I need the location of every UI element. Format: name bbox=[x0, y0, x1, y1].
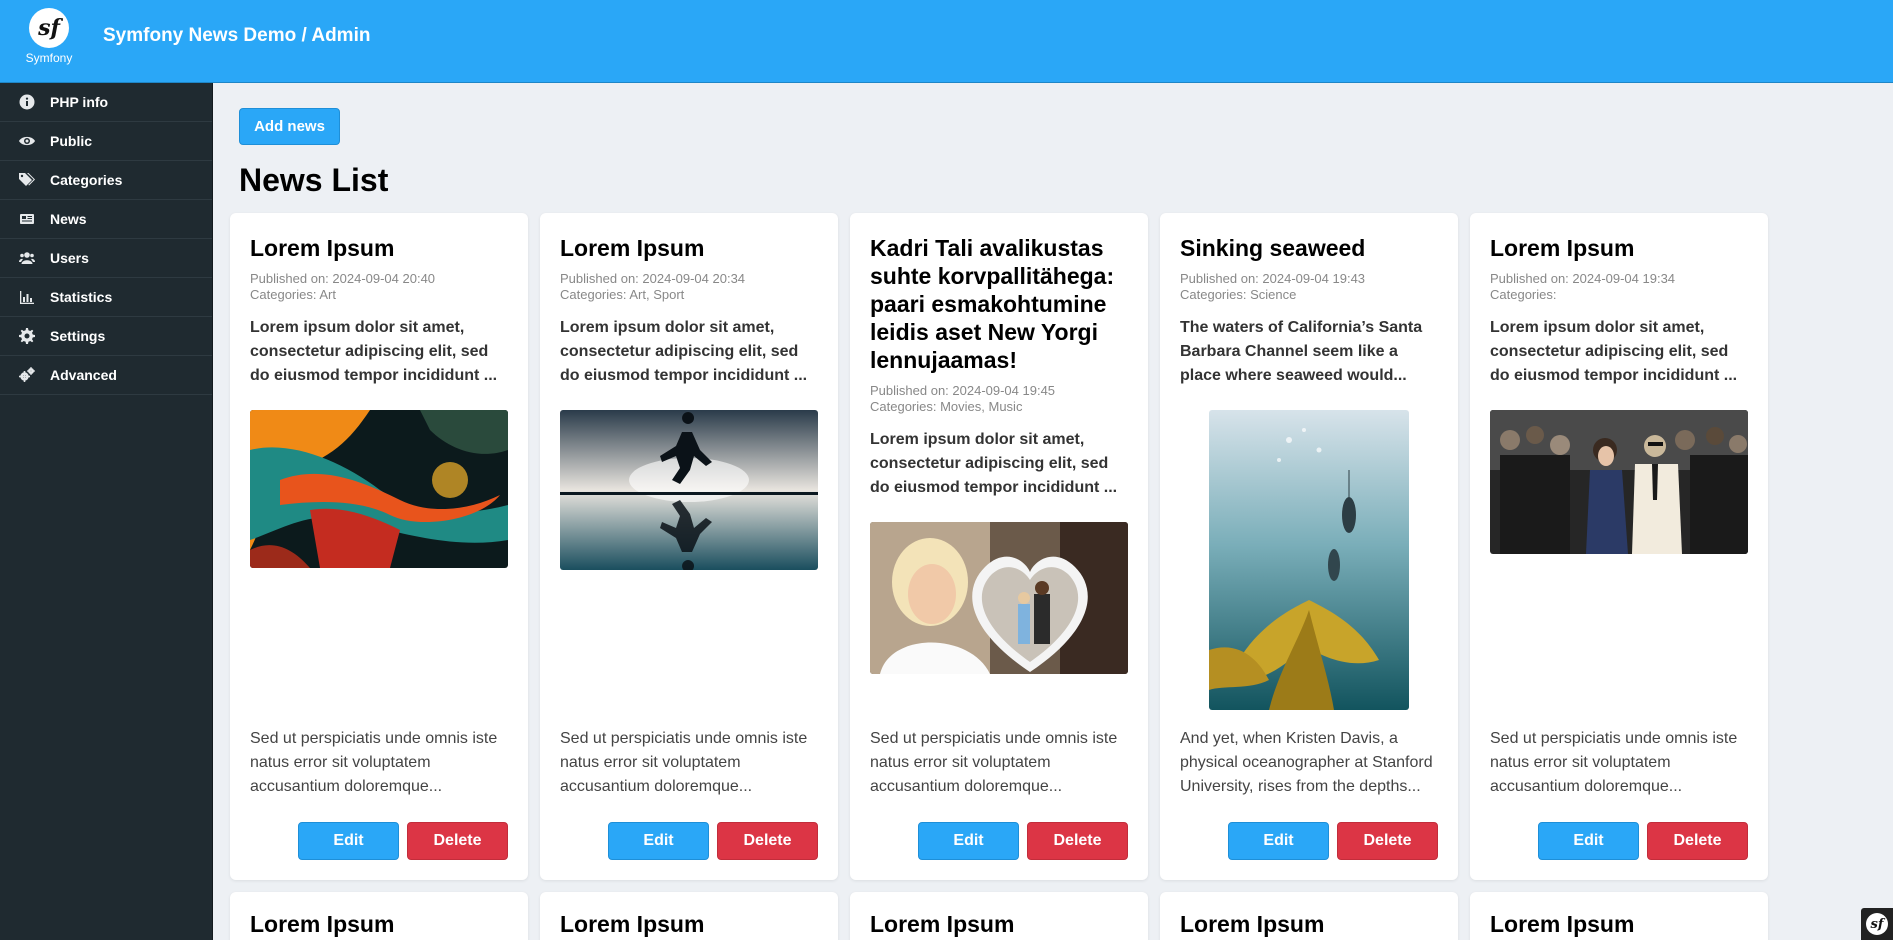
news-lead: Lorem ipsum dolor sit amet, consectetur … bbox=[560, 319, 808, 384]
edit-button[interactable]: Edit bbox=[1228, 822, 1329, 860]
news-title[interactable]: Lorem Ipsum bbox=[1490, 910, 1748, 938]
delete-button[interactable]: Delete bbox=[1337, 822, 1438, 860]
news-lead: Lorem ipsum dolor sit amet, consectetur … bbox=[870, 431, 1118, 496]
info-icon bbox=[18, 93, 36, 111]
symfony-logo[interactable]: sf Symfony bbox=[21, 8, 77, 68]
news-lead: Lorem ipsum dolor sit amet, consectetur … bbox=[250, 319, 498, 384]
logo-text: Symfony bbox=[25, 51, 73, 65]
news-title[interactable]: Lorem Ipsum bbox=[1180, 910, 1438, 938]
edit-button[interactable]: Edit bbox=[918, 822, 1019, 860]
news-card: Lorem Ipsum bbox=[1160, 892, 1458, 940]
news-excerpt: Sed ut perspiciatis unde omnis iste natu… bbox=[560, 730, 808, 795]
top-header: sf Symfony Symfony News Demo / Admin bbox=[0, 0, 1893, 83]
sidebar-item-users[interactable]: Users bbox=[0, 239, 212, 278]
sidebar: PHP info Public Categories News Users St… bbox=[0, 83, 213, 940]
runner-silhouette-image bbox=[560, 410, 818, 570]
sidebar-item-advanced[interactable]: Advanced bbox=[0, 356, 212, 395]
news-title[interactable]: Lorem Ipsum bbox=[250, 910, 508, 938]
published-date: Published on: 2024-09-04 19:34 bbox=[1490, 271, 1676, 286]
categories-text: Categories: Movies, Music bbox=[870, 399, 1023, 414]
categories-text: Categories: Art bbox=[250, 287, 336, 302]
published-date: Published on: 2024-09-04 20:40 bbox=[250, 271, 436, 286]
sidebar-item-label: PHP info bbox=[50, 94, 109, 110]
news-title[interactable]: Lorem Ipsum bbox=[560, 910, 818, 938]
add-news-button[interactable]: Add news bbox=[239, 108, 340, 145]
sidebar-item-label: Public bbox=[50, 133, 93, 149]
sidebar-item-label: Settings bbox=[50, 328, 106, 344]
delete-button[interactable]: Delete bbox=[1647, 822, 1748, 860]
sidebar-item-label: Statistics bbox=[50, 289, 113, 305]
categories-text: Categories: Science bbox=[1180, 287, 1297, 302]
eye-icon bbox=[18, 132, 36, 150]
news-title[interactable]: Kadri Tali avalikustas suhte korvpallitä… bbox=[870, 234, 1128, 374]
app-title[interactable]: Symfony News Demo / Admin bbox=[103, 25, 370, 47]
sidebar-item-php-info[interactable]: PHP info bbox=[0, 83, 212, 122]
sidebar-item-categories[interactable]: Categories bbox=[0, 161, 212, 200]
symfony-logo-icon: sf bbox=[29, 8, 69, 48]
gear-icon bbox=[18, 327, 36, 345]
news-card: Lorem Ipsum Published on: 2024-09-04 20:… bbox=[540, 213, 838, 880]
edit-button[interactable]: Edit bbox=[1538, 822, 1639, 860]
abstract-paint-splash-image bbox=[250, 410, 508, 568]
symfony-badge-icon: sf bbox=[1866, 913, 1888, 935]
news-card: Lorem Ipsum Published on: 2024-09-04 19:… bbox=[1470, 213, 1768, 880]
news-card: Lorem Ipsum bbox=[230, 892, 528, 940]
symfony-toolbar-toggle[interactable]: sf bbox=[1861, 908, 1893, 940]
edit-button[interactable]: Edit bbox=[298, 822, 399, 860]
news-title[interactable]: Sinking seaweed bbox=[1180, 234, 1438, 262]
delete-button[interactable]: Delete bbox=[1027, 822, 1128, 860]
newspaper-icon bbox=[18, 210, 36, 228]
news-card: Sinking seaweed Published on: 2024-09-04… bbox=[1160, 213, 1458, 880]
categories-text: Categories: bbox=[1490, 287, 1557, 302]
news-title[interactable]: Lorem Ipsum bbox=[870, 910, 1128, 938]
news-title[interactable]: Lorem Ipsum bbox=[1490, 234, 1748, 262]
news-card: Lorem Ipsum bbox=[850, 892, 1148, 940]
celebrity-couple-heart-image bbox=[870, 522, 1128, 674]
published-date: Published on: 2024-09-04 20:34 bbox=[560, 271, 746, 286]
sidebar-item-label: News bbox=[50, 211, 87, 227]
sidebar-item-label: Users bbox=[50, 250, 89, 266]
news-card: Lorem Ipsum bbox=[1470, 892, 1768, 940]
sidebar-item-statistics[interactable]: Statistics bbox=[0, 278, 212, 317]
page-title: News List bbox=[239, 162, 389, 198]
sidebar-item-settings[interactable]: Settings bbox=[0, 317, 212, 356]
red-carpet-photo-image bbox=[1490, 410, 1748, 554]
users-icon bbox=[18, 249, 36, 267]
news-excerpt: Sed ut perspiciatis unde omnis iste natu… bbox=[1490, 730, 1738, 795]
tags-icon bbox=[18, 171, 36, 189]
news-card: Lorem Ipsum bbox=[540, 892, 838, 940]
news-card: Kadri Tali avalikustas suhte korvpallitä… bbox=[850, 213, 1148, 880]
bar-chart-icon bbox=[18, 288, 36, 306]
sidebar-item-label: Categories bbox=[50, 172, 123, 188]
edit-button[interactable]: Edit bbox=[608, 822, 709, 860]
sidebar-item-label: Advanced bbox=[50, 367, 117, 383]
underwater-divers-kelp-image bbox=[1209, 410, 1409, 710]
news-excerpt: And yet, when Kristen Davis, a physical … bbox=[1180, 730, 1433, 795]
news-excerpt: Sed ut perspiciatis unde omnis iste natu… bbox=[870, 730, 1118, 795]
gears-icon bbox=[18, 366, 36, 384]
news-lead: The waters of California’s Santa Barbara… bbox=[1180, 319, 1423, 384]
news-excerpt: Sed ut perspiciatis unde omnis iste natu… bbox=[250, 730, 498, 795]
sidebar-item-public[interactable]: Public bbox=[0, 122, 212, 161]
news-title[interactable]: Lorem Ipsum bbox=[560, 234, 818, 262]
delete-button[interactable]: Delete bbox=[717, 822, 818, 860]
news-lead: Lorem ipsum dolor sit amet, consectetur … bbox=[1490, 319, 1738, 384]
sidebar-item-news[interactable]: News bbox=[0, 200, 212, 239]
published-date: Published on: 2024-09-04 19:43 bbox=[1180, 271, 1366, 286]
categories-text: Categories: Art, Sport bbox=[560, 287, 685, 302]
delete-button[interactable]: Delete bbox=[407, 822, 508, 860]
news-card: Lorem Ipsum Published on: 2024-09-04 20:… bbox=[230, 213, 528, 880]
news-title[interactable]: Lorem Ipsum bbox=[250, 234, 508, 262]
published-date: Published on: 2024-09-04 19:45 bbox=[870, 383, 1056, 398]
